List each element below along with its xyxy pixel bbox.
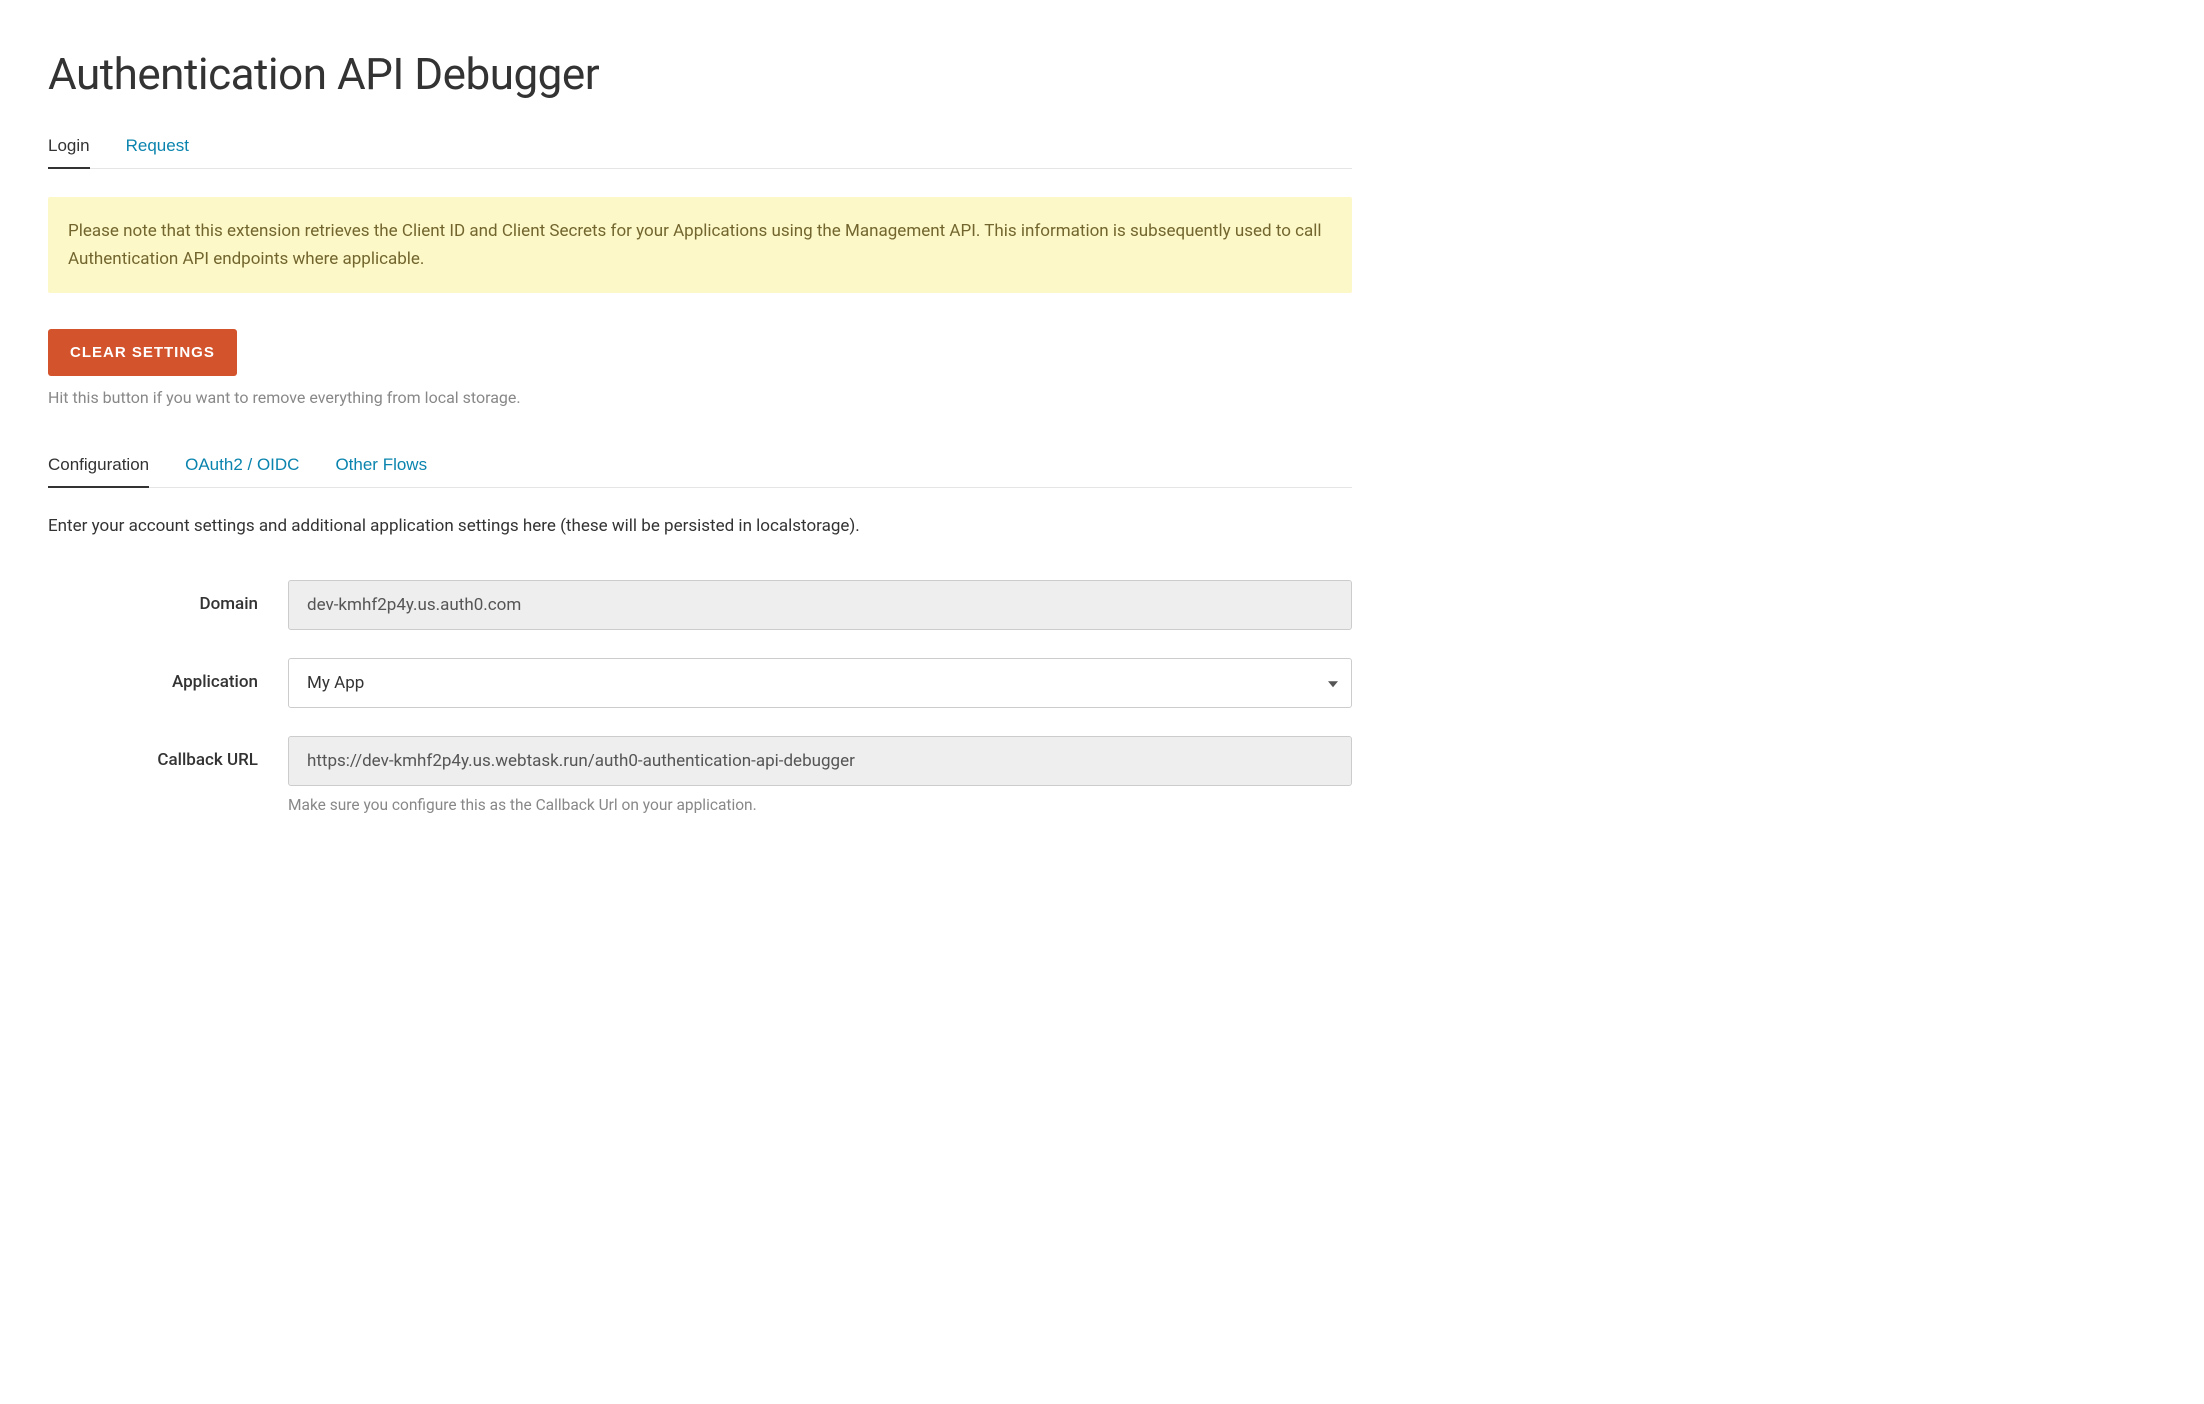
tab-request[interactable]: Request — [126, 136, 189, 168]
subtab-oauth2-oidc[interactable]: OAuth2 / OIDC — [185, 455, 299, 487]
callback-url-help: Make sure you configure this as the Call… — [288, 796, 1352, 814]
subtab-configuration[interactable]: Configuration — [48, 455, 149, 487]
info-alert: Please note that this extension retrieve… — [48, 197, 1352, 293]
domain-input[interactable] — [288, 580, 1352, 630]
callback-url-input[interactable] — [288, 736, 1352, 786]
form-row-application: Application My App — [48, 658, 1352, 708]
subtab-other-flows[interactable]: Other Flows — [335, 455, 427, 487]
application-select[interactable]: My App — [288, 658, 1352, 708]
form-row-callback-url: Callback URL Make sure you configure thi… — [48, 736, 1352, 814]
tab-login[interactable]: Login — [48, 136, 90, 168]
clear-settings-help: Hit this button if you want to remove ev… — [48, 388, 1352, 407]
clear-settings-button[interactable]: Clear Settings — [48, 329, 237, 376]
domain-label: Domain — [48, 580, 288, 614]
callback-url-label: Callback URL — [48, 736, 288, 770]
page-title: Authentication API Debugger — [48, 48, 1352, 100]
form-row-domain: Domain — [48, 580, 1352, 630]
sub-tabs: Configuration OAuth2 / OIDC Other Flows — [48, 455, 1352, 488]
configuration-description: Enter your account settings and addition… — [48, 516, 1352, 536]
application-label: Application — [48, 658, 288, 692]
main-tabs: Login Request — [48, 136, 1352, 169]
